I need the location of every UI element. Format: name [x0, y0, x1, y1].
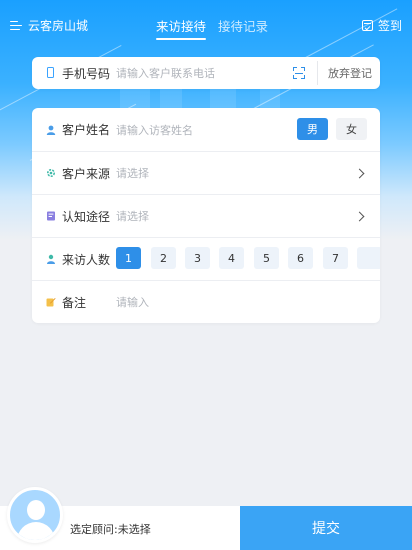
phone-row: 手机号码 请输入客户联系电话 放弃登记: [32, 57, 380, 89]
app-brand[interactable]: 云客房山城: [10, 17, 88, 34]
calendar-check-icon: [361, 20, 373, 31]
visitor-form: 客户姓名 请输入访客姓名 男 女 客户来源 请选择 认知途径 请选择 来访人数 …: [32, 108, 380, 323]
customer-name-row: 客户姓名 请输入访客姓名 男 女: [32, 108, 380, 151]
adviser-label: 选定顾问:: [70, 523, 118, 536]
tab-reception-records[interactable]: 接待记录: [218, 16, 268, 40]
phone-label: 手机号码: [62, 66, 111, 81]
scan-icon[interactable]: [293, 67, 305, 79]
visitor-count-option[interactable]: 1: [116, 247, 141, 269]
remarks-row: 备注 请输入: [32, 280, 380, 323]
top-bar: 云客房山城 来访接待 接待记录 签到: [0, 0, 412, 46]
gender-female-button[interactable]: 女: [336, 118, 367, 140]
submit-button[interactable]: 提交: [240, 506, 412, 550]
visitor-icon: [47, 254, 55, 264]
visitor-count-option[interactable]: 6: [288, 247, 313, 269]
customer-source-select[interactable]: 请选择: [116, 165, 149, 181]
document-icon: [47, 211, 55, 221]
tab-visit-reception[interactable]: 来访接待: [156, 16, 207, 40]
awareness-channel-row[interactable]: 认知途径 请选择: [32, 194, 380, 237]
signin-label: 签到: [377, 19, 402, 33]
visitor-count-option[interactable]: 7: [323, 247, 348, 269]
abandon-registration-button[interactable]: 放弃登记: [328, 65, 372, 81]
visitor-count-option[interactable]: 2: [151, 247, 176, 269]
avatar-head: [27, 500, 45, 520]
phone-card: 手机号码 请输入客户联系电话 放弃登记: [32, 57, 380, 89]
divider: [317, 61, 318, 85]
chevron-right-icon: [354, 168, 365, 178]
chevron-right-icon: [354, 211, 365, 221]
app-name: 云客房山城: [28, 19, 89, 33]
avatar-body: [17, 522, 55, 540]
phone-icon: [47, 67, 54, 78]
customer-source-row[interactable]: 客户来源 请选择: [32, 151, 380, 194]
person-icon: [46, 125, 56, 135]
customer-name-input[interactable]: 请输入访客姓名: [116, 122, 193, 138]
visitor-count-row: 来访人数 1 2 3 4 5 6 7: [32, 237, 380, 280]
adviser-value: 未选择: [117, 523, 151, 536]
customer-name-label: 客户姓名: [62, 123, 111, 137]
visitor-count-option[interactable]: 3: [185, 247, 210, 269]
visitor-count-label: 来访人数: [62, 252, 111, 267]
gender-male-button[interactable]: 男: [297, 118, 328, 140]
customer-source-label: 客户来源: [62, 166, 111, 181]
signin-button[interactable]: 签到: [361, 17, 402, 34]
remarks-input[interactable]: 请输入: [116, 294, 149, 310]
visitor-count-option[interactable]: 4: [219, 247, 244, 269]
edit-icon: [46, 298, 56, 307]
phone-input[interactable]: 请输入客户联系电话: [116, 65, 215, 81]
awareness-channel-label: 认知途径: [62, 209, 111, 224]
remarks-label: 备注: [62, 295, 87, 310]
adviser-selector[interactable]: 选定顾问: 未选择: [70, 521, 151, 537]
gear-icon: [46, 168, 56, 178]
tab-bar: 来访接待 接待记录: [156, 16, 268, 40]
awareness-channel-select[interactable]: 请选择: [116, 208, 149, 224]
menu-icon[interactable]: [10, 20, 22, 31]
visitor-count-option[interactable]: 5: [254, 247, 279, 269]
visitor-count-option-partial[interactable]: [357, 247, 380, 269]
adviser-avatar[interactable]: [7, 487, 63, 543]
